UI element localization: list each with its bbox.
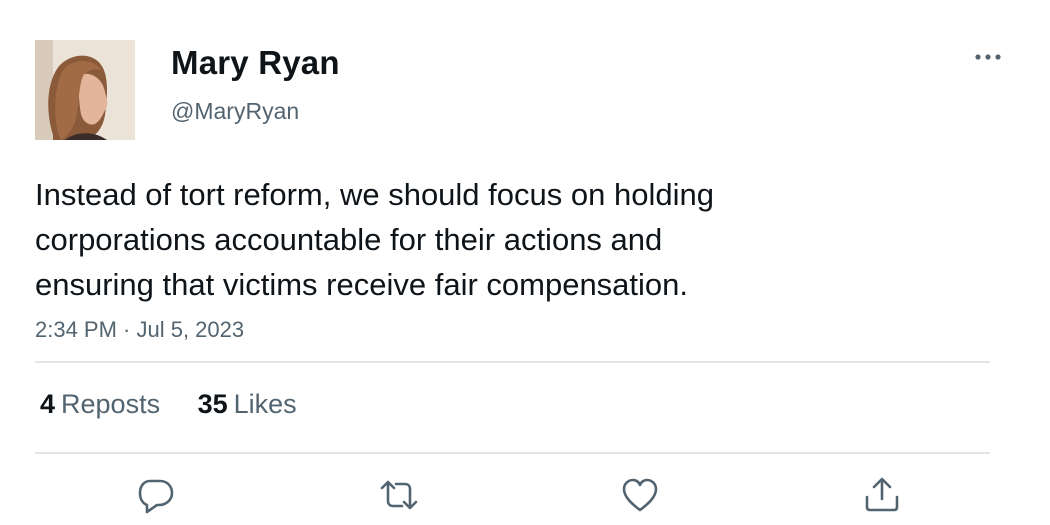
reply-bubble-icon [138, 479, 174, 514]
repost-button[interactable] [378, 475, 418, 515]
divider [35, 361, 990, 363]
more-horizontal-icon[interactable] [972, 50, 1004, 64]
divider [35, 452, 990, 454]
tweet-text: Instead of tort reform, we should focus … [35, 172, 835, 307]
repost-arrows-icon [380, 480, 418, 510]
share-upload-icon [865, 477, 899, 512]
author-display-name[interactable]: Mary Ryan [171, 44, 340, 82]
reposts-count: 4 [40, 389, 56, 419]
engagement-stats: 4 Reposts 35 Likes [40, 388, 297, 420]
likes-stat[interactable]: 35 Likes [198, 388, 297, 420]
avatar-photo [35, 40, 135, 140]
author-handle[interactable]: @MaryRyan [171, 97, 299, 125]
tweet-text-line: ensuring that victims receive fair compe… [35, 267, 689, 302]
likes-count: 35 [197, 389, 228, 419]
heart-icon [622, 478, 658, 512]
tweet-text-line: corporations accountable for their actio… [35, 222, 663, 257]
likes-label: Likes [233, 389, 297, 419]
tweet-timestamp[interactable]: 2:34 PM · Jul 5, 2023 [35, 316, 244, 344]
share-button[interactable] [862, 475, 902, 515]
tweet-text-line: Instead of tort reform, we should focus … [35, 177, 714, 212]
reposts-stat[interactable]: 4 Reposts [40, 388, 160, 420]
reposts-label: Reposts [61, 389, 161, 419]
avatar[interactable] [35, 40, 135, 140]
like-button[interactable] [620, 475, 660, 515]
reply-button[interactable] [136, 475, 176, 515]
